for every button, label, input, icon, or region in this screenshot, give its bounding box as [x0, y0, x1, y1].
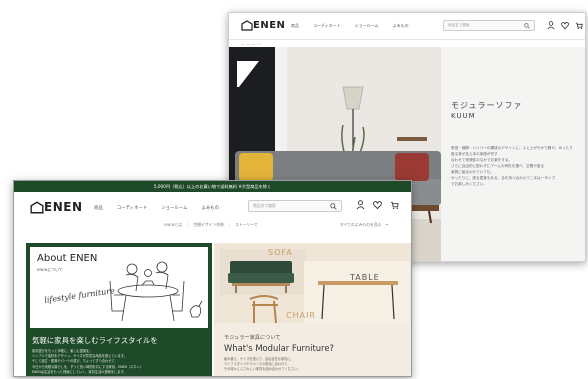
label-chair: CHAIR: [286, 311, 316, 320]
shipping-banner: 5,000円（税込）以上のお買い物で送料無料 ※大型商品を除く: [14, 181, 411, 192]
about-subtitle: ENENについて: [37, 267, 63, 272]
nav-coordinate[interactable]: コーディネート: [313, 23, 341, 29]
main-nav: 商品 コーディネート ショールーム よみもの: [291, 23, 409, 29]
hero-body-line: でお楽しみください。: [451, 182, 487, 186]
about-body-line: ENENは生活をもっと快適にしていく、家具生活の提案をします。: [32, 369, 127, 374]
heart-icon[interactable]: [373, 200, 382, 210]
cart-icon[interactable]: [575, 21, 583, 30]
nav-showroom[interactable]: ショールーム: [161, 205, 187, 211]
site-header: ENEN 商品 コーディネート ショールーム よみもの 商品名で検索: [229, 13, 585, 40]
logo-text: ENEN: [253, 20, 286, 31]
about-title: About ENEN: [37, 253, 98, 264]
heart-icon[interactable]: [561, 21, 569, 30]
modular-furniture-card[interactable]: SOFA TABLE CHAIR モジュラー家具について What's Modu…: [214, 243, 411, 376]
about-enen-card[interactable]: About ENEN ENENについて lifestyle furniture: [26, 243, 212, 376]
user-icon[interactable]: [547, 21, 555, 30]
see-all-reading-link[interactable]: すべてのよみものを見る →: [340, 222, 388, 228]
label-table: TABLE: [350, 273, 380, 282]
enen-logo[interactable]: ENEN: [30, 200, 82, 214]
search-placeholder: 商品名で検索: [448, 23, 470, 27]
enen-logo[interactable]: ENEN: [241, 20, 285, 31]
hero-description: 角型・細脚・ハイバーの構成のデザインに、ふと上がやかで軽や、ゆったり座る背が支え…: [451, 145, 575, 187]
search-icon[interactable]: [524, 22, 530, 29]
nav-coordinate[interactable]: コーディネート: [117, 205, 147, 211]
sub-nav-bar: ENENとは ｜ 空間デザイン作例 ｜ ストーリーで すべてのよみものを見る →: [14, 219, 411, 231]
main-nav: 商品 コーディネート ショールーム よみもの: [94, 205, 219, 211]
header-icons: [356, 200, 399, 210]
nav-reading[interactable]: よみもの: [393, 23, 409, 29]
house-logo-icon: [30, 200, 44, 213]
modular-body: 組み替え、サイズを選んで、自由自在な家具に。 ライフスタイルやスペースの変化に合…: [224, 357, 404, 373]
about-illustration-panel: About ENEN ENENについて lifestyle furniture: [30, 247, 208, 328]
nav-showroom[interactable]: ショールーム: [355, 23, 379, 29]
search-input[interactable]: 商品名で検索: [443, 20, 535, 31]
about-body: 家具選びをもっと手軽に、楽しむ提案を。 シンプルで素材をデザイン、サイズが豊富な…: [32, 349, 208, 375]
nav-products[interactable]: 商品: [291, 23, 299, 29]
header-icons: [547, 21, 583, 30]
hero-title-en: KUUM: [451, 112, 476, 120]
sub-nav-links[interactable]: ENENとは ｜ 空間デザイン作例 ｜ ストーリーで: [164, 222, 258, 228]
house-logo-icon: [241, 20, 253, 31]
modular-body-line: その時々にふさわしい家具を組み合わせてください。: [224, 367, 301, 372]
user-icon[interactable]: [356, 200, 365, 210]
modular-title-en: What's Modular Furniture?: [224, 343, 334, 353]
hero-body-line: 角型・細脚・ハイバーの構成のデザインに、ふと上がやかで軽や、ゆったり座る背が支え…: [451, 146, 573, 156]
front-browser-window: 5,000円（税込）以上のお買い物で送料無料 ※大型商品を除く ENEN 商品 …: [13, 180, 412, 377]
logo-text: ENEN: [44, 200, 83, 214]
family-dining-illustration: [109, 261, 203, 322]
nav-products[interactable]: 商品: [94, 205, 103, 211]
nav-reading[interactable]: よみもの: [201, 205, 219, 211]
modular-title-ja: モジュラー家具について: [224, 335, 281, 341]
cart-icon[interactable]: [390, 200, 399, 210]
about-heading: 気軽に家具を楽しむライフスタイルを: [32, 336, 158, 345]
hero-title-ja: モジュラーソファ: [451, 101, 523, 110]
label-sofa: SOFA: [268, 248, 293, 257]
search-input[interactable]: 商品名で検索: [248, 200, 342, 212]
search-icon[interactable]: [330, 202, 337, 210]
search-placeholder: 商品名で検索: [253, 203, 276, 208]
hero-text-panel: モジュラーソファ KUUM 角型・細脚・ハイバーの構成のデザインに、ふと上がやか…: [441, 47, 585, 261]
site-header: ENEN 商品 コーディネート ショールーム よみもの 商品名で検索: [14, 192, 411, 218]
